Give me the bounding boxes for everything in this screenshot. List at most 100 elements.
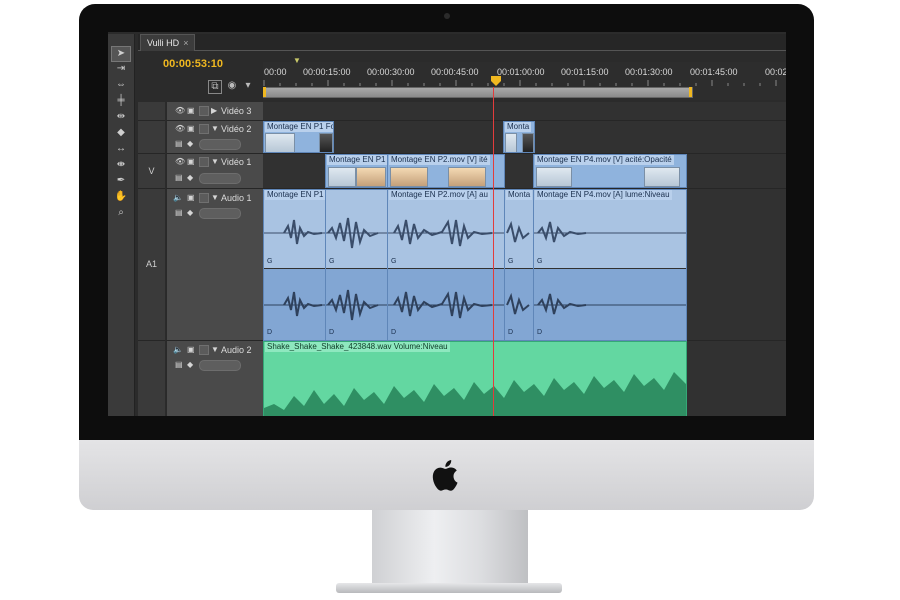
waveform-icon[interactable]: ▤ xyxy=(175,208,183,217)
track-lane-audio2[interactable]: Shake_Shake_Shake_423848.wav Volume:Nive… xyxy=(263,341,786,416)
audio-clip-music[interactable]: Shake_Shake_Shake_423848.wav Volume:Nive… xyxy=(263,341,687,416)
time-ruler[interactable]: 00:00 00:00:15:00 00:00:30:00 00:00:45:0… xyxy=(263,56,786,100)
waveform-right xyxy=(264,291,325,317)
snap-icon[interactable]: ⧉ xyxy=(208,80,222,94)
lock-toggle[interactable] xyxy=(199,124,209,134)
clip-thumbnail xyxy=(522,133,534,152)
close-icon[interactable]: × xyxy=(183,38,188,48)
track-header-audio2[interactable]: 🔈 ▣ ▼ Audio 2 ▤ ◆ xyxy=(166,341,263,416)
film-icon[interactable]: ▤ xyxy=(175,173,183,182)
keyframe-icon[interactable]: ◆ xyxy=(187,173,193,182)
audio-clip[interactable]: G D xyxy=(325,189,388,341)
track-select-tool-icon[interactable]: ⇥ xyxy=(112,62,130,76)
film-icon[interactable]: ▣ xyxy=(187,106,195,115)
clip-thumbnail xyxy=(536,167,572,187)
collapse-arrow-icon[interactable]: ▼ xyxy=(211,345,219,354)
slide-tool-icon[interactable]: ⇼ xyxy=(112,158,130,172)
keyframe-icon[interactable]: ◆ xyxy=(187,139,193,148)
lock-toggle[interactable] xyxy=(199,345,209,355)
clip-thumbnail xyxy=(328,167,356,187)
film-icon[interactable]: ▣ xyxy=(187,345,195,354)
slip-tool-icon[interactable]: ↔ xyxy=(112,142,130,156)
clip-name: Monta xyxy=(506,190,533,200)
clip-label: Shake_Shake_Shake_423848.wav Volume:Nive… xyxy=(265,342,450,352)
rolling-edit-tool-icon[interactable]: ╪ xyxy=(112,94,130,108)
tab-sequence[interactable]: Vulli HD × xyxy=(140,34,196,51)
rate-stretch-tool-icon[interactable]: ⇹ xyxy=(112,110,130,124)
track-lane-audio1[interactable]: Montage EN P1 G D G D Montage EN P2.mov … xyxy=(263,189,786,341)
film-icon[interactable]: ▤ xyxy=(175,139,183,148)
video-clip[interactable]: Montage EN P1 Fo xyxy=(263,121,334,153)
track-header-video2[interactable]: 👁 ▣ ▼ Vidéo 2 ▤ ◆ xyxy=(166,121,263,154)
sequence-tab-bar: Vulli HD × xyxy=(138,34,786,51)
video-clip[interactable]: Monta xyxy=(503,121,535,153)
ruler-label: 00:00:45:00 xyxy=(431,67,479,77)
in-point-marker-icon[interactable]: ▼ xyxy=(293,56,301,65)
track-source-patch[interactable]: A1 xyxy=(138,189,165,341)
keyframe-nav[interactable] xyxy=(199,360,241,371)
keyframe-nav[interactable] xyxy=(199,139,241,150)
work-area-start-handle[interactable] xyxy=(263,87,266,97)
video-clip[interactable]: Montage EN P2.mov [V] ité xyxy=(387,154,505,188)
eye-icon[interactable]: 👁 xyxy=(175,124,185,133)
keyframe-nav[interactable] xyxy=(199,208,241,219)
track-source-patch[interactable] xyxy=(138,341,165,416)
current-timecode[interactable]: 00:00:53:10 xyxy=(163,58,223,70)
stand-base xyxy=(336,583,562,593)
speaker-icon[interactable]: 🔈 xyxy=(173,345,183,354)
audio-clip[interactable]: Montage EN P1 G D xyxy=(263,189,326,341)
collapse-arrow-icon[interactable]: ▼ xyxy=(211,124,219,133)
waveform-icon[interactable]: ▤ xyxy=(175,360,183,369)
expand-arrow-icon[interactable]: ▶ xyxy=(211,106,217,115)
track-source-patch[interactable] xyxy=(138,121,165,154)
keyframe-icon[interactable]: ◆ xyxy=(187,208,193,217)
razor-tool-icon[interactable]: ◆ xyxy=(112,126,130,140)
zoom-tool-icon[interactable]: ⌕ xyxy=(112,206,130,220)
audio-clip[interactable]: Monta G D xyxy=(504,189,534,341)
track-header-video1[interactable]: 👁 ▣ ▼ Vidéo 1 ▤ ◆ xyxy=(166,154,263,189)
track-header-audio1[interactable]: 🔈 ▣ ▼ Audio 1 ▤ ◆ xyxy=(166,189,263,341)
pen-tool-icon[interactable]: ✒ xyxy=(112,174,130,188)
ruler-label: 00:01:30:00 xyxy=(625,67,673,77)
ripple-edit-tool-icon[interactable]: ⇔ xyxy=(112,78,130,92)
eye-icon[interactable]: 👁 xyxy=(175,157,185,166)
channel-label: D xyxy=(508,329,514,336)
clip-thumbnail xyxy=(644,167,680,187)
clip-effect: Fo xyxy=(325,122,333,131)
work-area-bar[interactable] xyxy=(263,87,693,98)
film-icon[interactable]: ▣ xyxy=(187,193,195,202)
marker-icon[interactable]: ◉ xyxy=(226,80,238,92)
track-lane-video2[interactable]: Montage EN P1 Fo Monta xyxy=(263,121,786,154)
sequence-tab-label: Vulli HD xyxy=(147,38,180,48)
film-icon[interactable]: ▣ xyxy=(187,157,195,166)
ruler-label: 00:02 xyxy=(765,67,786,77)
collapse-arrow-icon[interactable]: ▼ xyxy=(211,157,219,166)
speaker-icon[interactable]: 🔈 xyxy=(173,193,183,202)
track-source-patch[interactable]: V xyxy=(138,154,165,189)
lock-toggle[interactable] xyxy=(199,193,209,203)
keyframe-icon[interactable]: ◆ xyxy=(187,360,193,369)
film-icon[interactable]: ▣ xyxy=(187,124,195,133)
track-name: Vidéo 2 xyxy=(221,124,252,134)
video-clip[interactable]: Montage EN P1 xyxy=(325,154,388,188)
lock-toggle[interactable] xyxy=(199,106,209,116)
lock-toggle[interactable] xyxy=(199,157,209,167)
selection-tool-icon[interactable]: ➤ xyxy=(111,46,131,62)
audio-clip[interactable]: Montage EN P2.mov [A] au G D xyxy=(387,189,505,341)
track-lane-video1[interactable]: Montage EN P1 Montage EN P2.mov [V] ité … xyxy=(263,154,786,189)
collapse-arrow-icon[interactable]: ▼ xyxy=(211,193,219,202)
keyframe-nav[interactable] xyxy=(199,173,241,184)
track-lane-video3[interactable] xyxy=(263,102,786,121)
work-area-end-handle[interactable] xyxy=(689,87,692,97)
video-clip[interactable]: Montage EN P4.mov [V] acité:Opacité xyxy=(533,154,687,188)
channel-label: G xyxy=(508,258,514,265)
add-marker-icon[interactable]: ▾ xyxy=(242,80,254,92)
eye-icon[interactable]: 👁 xyxy=(175,106,185,115)
track-header-video3[interactable]: 👁 ▣ ▶ Vidéo 3 xyxy=(166,102,263,121)
ruler-ticks xyxy=(263,80,777,86)
track-source-patch[interactable] xyxy=(138,102,165,121)
clip-name: Montage EN P4.mov [V] xyxy=(537,155,623,164)
clip-thumbnail xyxy=(505,133,517,152)
audio-clip[interactable]: Montage EN P4.mov [A] lume:Niveau G D xyxy=(533,189,687,341)
hand-tool-icon[interactable]: ✋ xyxy=(112,190,130,204)
